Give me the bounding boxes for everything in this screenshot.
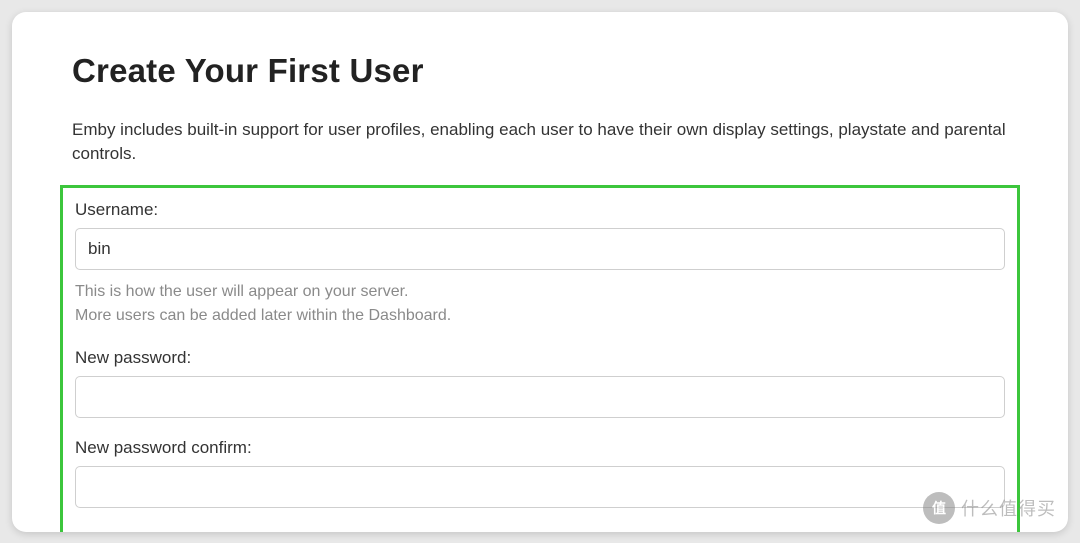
username-label: Username:: [75, 200, 1005, 220]
page-title: Create Your First User: [72, 52, 1008, 90]
username-input[interactable]: [75, 228, 1005, 270]
password-confirm-label: New password confirm:: [75, 438, 1005, 458]
password-input[interactable]: [75, 376, 1005, 418]
watermark-badge-icon: 值: [923, 492, 955, 524]
password-confirm-group: New password confirm:: [75, 438, 1005, 508]
password-label: New password:: [75, 348, 1005, 368]
username-group: Username: This is how the user will appe…: [75, 200, 1005, 328]
intro-text: Emby includes built-in support for user …: [72, 118, 1008, 167]
watermark-text: 什么值得买: [961, 495, 1056, 521]
password-confirm-input[interactable]: [75, 466, 1005, 508]
password-group: New password:: [75, 348, 1005, 418]
form-highlight-box: Username: This is how the user will appe…: [60, 185, 1020, 532]
watermark: 值 什么值得买: [923, 492, 1056, 524]
username-help-line1: This is how the user will appear on your…: [75, 280, 1005, 304]
setup-window: Create Your First User Emby includes bui…: [12, 12, 1068, 532]
username-help: This is how the user will appear on your…: [75, 280, 1005, 328]
username-help-line2: More users can be added later within the…: [75, 304, 1005, 328]
